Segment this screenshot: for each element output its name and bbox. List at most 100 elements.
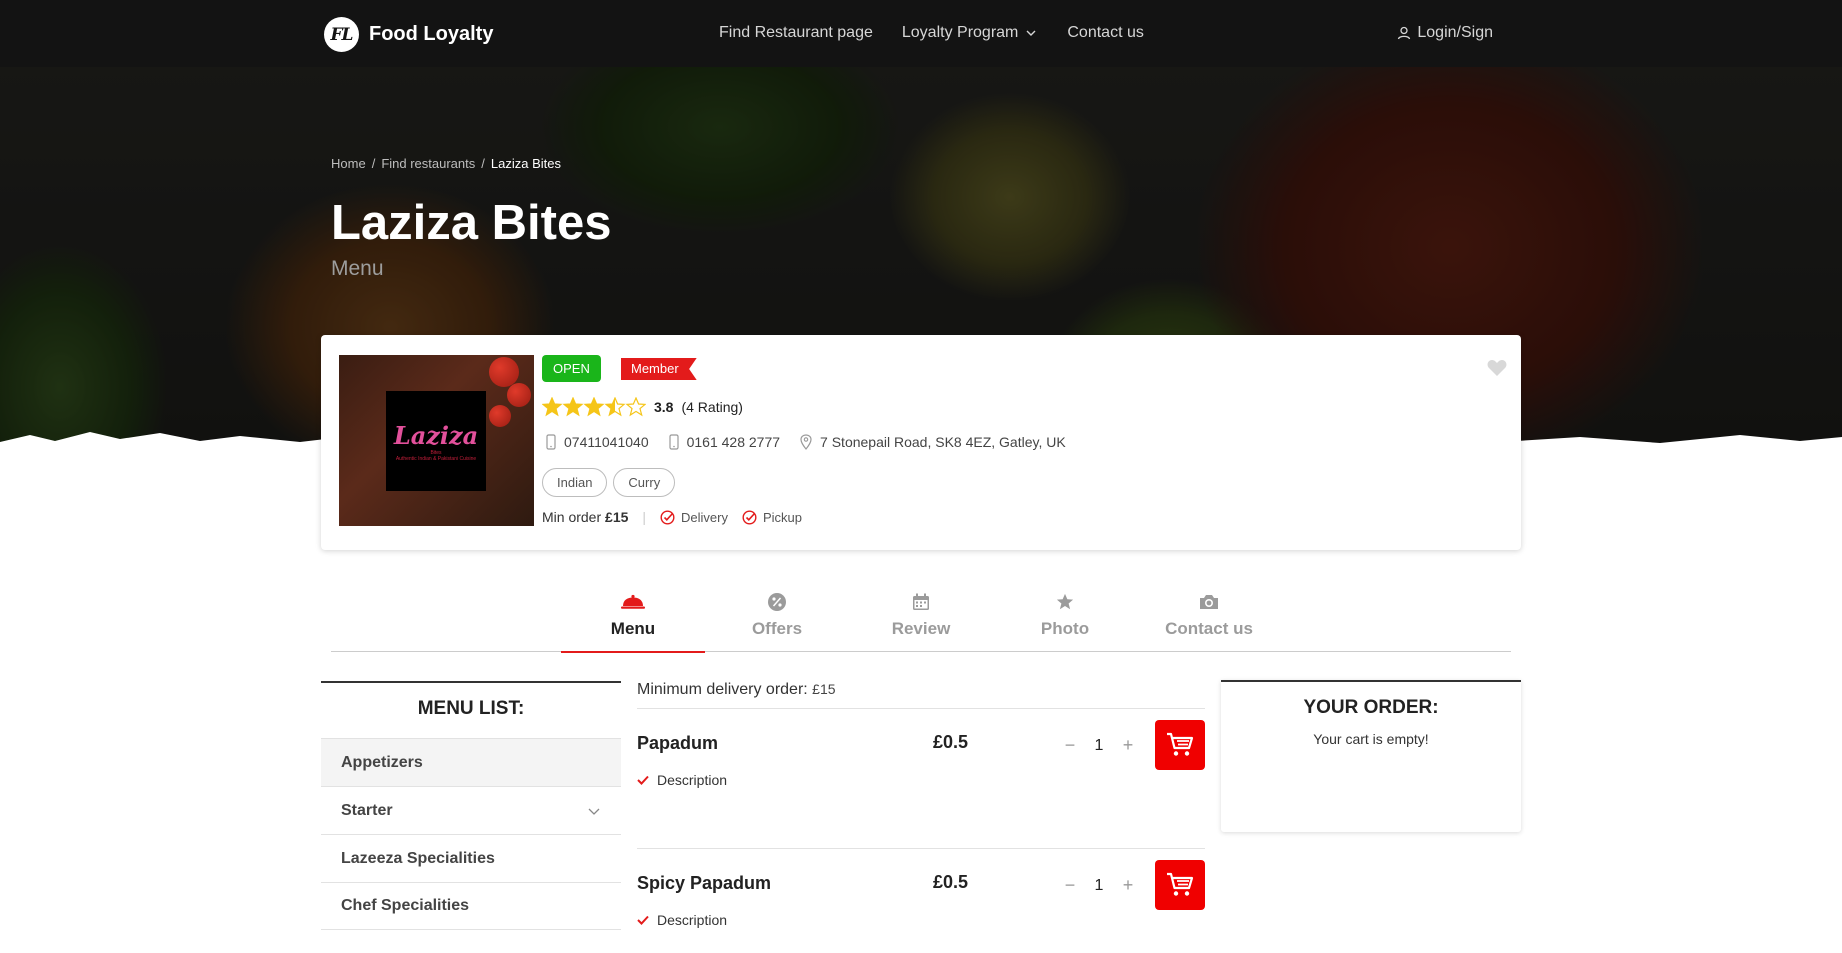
decrease-qty-button[interactable]: − [1060, 735, 1080, 756]
star-icon [1056, 593, 1074, 610]
tab-contact-us-label: Contact us [1165, 619, 1253, 638]
mobile-phone-icon [546, 434, 556, 450]
min-delivery-order: Minimum delivery order: £15 [637, 681, 1205, 709]
login-label: Login/Sign [1417, 24, 1493, 41]
product-description-toggle[interactable]: Description [637, 772, 727, 788]
cart-icon [1167, 872, 1194, 896]
min-order-value: £15 [605, 509, 629, 525]
product-description-toggle[interactable]: Description [637, 912, 727, 928]
pickup-label: Pickup [763, 509, 803, 525]
product-item: Spicy Papadum £0.5 Description − 1 + [637, 849, 1205, 953]
cuisine-tag[interactable]: Indian [542, 468, 608, 497]
contact-row: 07411041040 0161 428 2777 7 Stonepail Ro… [542, 434, 1082, 450]
nav-contact-us-label: Contact us [1067, 24, 1144, 41]
quantity-value[interactable]: 1 [1086, 737, 1112, 755]
menu-category-starter[interactable]: Starter [321, 786, 621, 834]
tab-menu[interactable]: Menu [561, 589, 705, 653]
location-pin-icon [800, 434, 812, 450]
min-delivery-value: £15 [812, 681, 836, 697]
user-icon [1398, 26, 1411, 40]
restaurant-logo: Laziza Bites Authentic Indian & Pakistan… [386, 391, 486, 491]
login-button[interactable]: Login/Sign [1397, 24, 1493, 42]
menu-category-lazeeza-specialities[interactable]: Lazeeza Specialities [321, 834, 621, 882]
quantity-value[interactable]: 1 [1086, 877, 1112, 895]
landline-phone[interactable]: 0161 428 2777 [665, 434, 780, 450]
decrease-qty-button[interactable]: − [1060, 875, 1080, 896]
delivery-label: Delivery [681, 509, 728, 525]
nav-find-restaurant[interactable]: Find Restaurant page [719, 24, 873, 42]
order-summary-panel: YOUR ORDER: Your cart is empty! [1221, 680, 1521, 832]
phone-icon [669, 434, 679, 450]
nav-loyalty-program[interactable]: Loyalty Program [902, 24, 1039, 42]
min-delivery-label: Minimum delivery order: [637, 681, 808, 698]
min-order: Min order £15 [542, 509, 628, 525]
delivery-option: Delivery [660, 510, 728, 525]
restaurant-tabs: Menu Offers Review Photo Contact us [331, 585, 1511, 653]
restaurant-logo-tagline: Authentic Indian & Pakistani Cuisine [395, 455, 477, 462]
cuisine-tag[interactable]: Curry [613, 468, 676, 497]
tab-review[interactable]: Review [849, 589, 993, 639]
favorite-heart-icon[interactable] [1487, 359, 1507, 377]
add-to-cart-button[interactable] [1155, 860, 1205, 910]
menu-category-chef-specialities[interactable]: Chef Specialities [321, 882, 621, 930]
min-order-label: Min order [542, 509, 602, 525]
tab-offers-label: Offers [751, 619, 803, 638]
order-summary-title: YOUR ORDER: [1303, 697, 1439, 718]
cuisine-tags: Indian Curry [542, 468, 681, 497]
landline-phone-number: 0161 428 2777 [686, 434, 781, 450]
restaurant-image: Laziza Bites Authentic Indian & Pakistan… [339, 355, 534, 526]
rating-stars-icon [542, 397, 646, 417]
tab-photo[interactable]: Photo [993, 589, 1137, 639]
breadcrumb-separator: / [371, 156, 376, 171]
add-to-cart-button[interactable] [1155, 720, 1205, 770]
rating-count: (4 Rating) [681, 399, 743, 415]
tab-photo-label: Photo [1040, 619, 1090, 638]
tab-offers[interactable]: Offers [705, 589, 849, 639]
increase-qty-button[interactable]: + [1118, 735, 1138, 756]
breadcrumb-current: Laziza Bites [490, 156, 561, 171]
pickup-option: Pickup [742, 510, 802, 525]
address: 7 Stonepail Road, SK8 4EZ, Gatley, UK [796, 434, 1066, 450]
top-navbar: FL Food Loyalty Find Restaurant page Loy… [0, 0, 1842, 67]
breadcrumb: Home / Find restaurants / Laziza Bites [331, 156, 561, 171]
menu-category-label: Starter [341, 801, 393, 819]
logo-text: Food Loyalty [369, 23, 494, 45]
product-price: £0.5 [933, 872, 969, 892]
mobile-phone-number: 07411041040 [564, 434, 649, 450]
quantity-stepper: − 1 + [1060, 875, 1138, 896]
rating-score: 3.8 [654, 399, 674, 415]
page-subtitle: Menu [331, 257, 384, 280]
cart-icon [1167, 732, 1194, 756]
tab-contact-us[interactable]: Contact us [1137, 589, 1281, 639]
breadcrumb-find-restaurants[interactable]: Find restaurants [381, 156, 475, 171]
menu-category-label: Lazeeza Specialities [341, 849, 495, 867]
nav-find-restaurant-label: Find Restaurant page [719, 24, 873, 41]
chevron-down-icon [588, 808, 600, 815]
menu-list-sidebar: MENU LIST: Appetizers Starter Lazeeza Sp… [321, 681, 621, 930]
nav-links: Find Restaurant page Loyalty Program Con… [719, 24, 1173, 42]
menu-list-title: MENU LIST: [417, 698, 525, 719]
calendar-icon [913, 593, 929, 610]
cart-empty-message: Your cart is empty! [1313, 731, 1429, 747]
brand-logo[interactable]: FL Food Loyalty [324, 17, 493, 52]
product-name: Spicy Papadum [637, 873, 772, 893]
menu-category-label: Chef Specialities [341, 897, 470, 914]
product-description-label: Description [657, 912, 728, 928]
cloche-icon [621, 594, 645, 609]
open-status-badge: OPEN [542, 355, 601, 382]
check-circle-icon [742, 509, 757, 525]
nav-contact-us[interactable]: Contact us [1067, 24, 1143, 42]
breadcrumb-separator: / [481, 156, 485, 171]
check-icon [637, 775, 649, 785]
increase-qty-button[interactable]: + [1118, 875, 1138, 896]
tab-menu-label: Menu [610, 619, 656, 638]
percent-badge-icon [768, 593, 786, 611]
breadcrumb-home[interactable]: Home [331, 156, 366, 171]
address-text: 7 Stonepail Road, SK8 4EZ, Gatley, UK [820, 434, 1066, 450]
order-info-row: Min order £15 | Delivery Pickup [542, 509, 816, 525]
mobile-phone[interactable]: 07411041040 [542, 434, 649, 450]
menu-category-appetizers[interactable]: Appetizers [321, 738, 621, 786]
check-icon [637, 915, 649, 925]
product-item: Papadum £0.5 Description − 1 + [637, 709, 1205, 849]
restaurant-card: Laziza Bites Authentic Indian & Pakistan… [321, 335, 1521, 550]
